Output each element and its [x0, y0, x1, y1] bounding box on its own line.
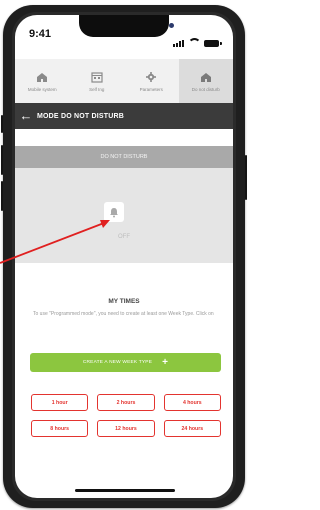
plus-icon: +: [162, 357, 169, 368]
status-bar: 9:41: [15, 15, 233, 49]
duration-button-24-hours[interactable]: 24 hours: [163, 420, 221, 437]
tab-mobile-system[interactable]: Mobile system: [15, 59, 70, 103]
dnd-state-label: OFF: [118, 234, 130, 240]
top-tabs: Mobile system Self Ing Parameters Do not…: [15, 59, 233, 104]
settings-icon: [146, 71, 157, 82]
duration-button-12-hours[interactable]: 12 hours: [97, 420, 155, 437]
duration-button-2-hours[interactable]: 2 hours: [97, 394, 155, 411]
bell-icon: [110, 207, 118, 217]
app-screen: 9:41 Mobile system Self Ing Parameters D…: [15, 15, 233, 498]
side-button: [1, 115, 3, 133]
duration-button-8-hours[interactable]: 8 hours: [31, 420, 89, 437]
calendar-icon: [91, 71, 103, 83]
tab-self-ing[interactable]: Self Ing: [70, 59, 125, 103]
back-arrow-icon[interactable]: ←: [15, 103, 37, 129]
duration-button-1-hour[interactable]: 1 hour: [31, 394, 89, 411]
page-header: ← MODE DO NOT DISTURB: [15, 103, 233, 129]
home-indicator: [75, 489, 175, 492]
dnd-toggle-button[interactable]: [104, 202, 124, 222]
create-week-type-button[interactable]: CREATE A NEW WEEK TYPE +: [30, 353, 221, 372]
status-icons: [173, 29, 222, 47]
page-title: MODE DO NOT DISTURB: [37, 112, 125, 120]
create-week-type-label: CREATE A NEW WEEK TYPE: [82, 360, 153, 365]
volume-up-button: [1, 145, 3, 175]
status-time: 9:41: [29, 28, 52, 40]
phone-frame: 9:41 Mobile system Self Ing Parameters D…: [1, 5, 247, 508]
tab-label: Parameters: [139, 86, 163, 92]
volume-down-button: [1, 181, 3, 211]
tab-label: Mobile system: [27, 86, 57, 92]
dnd-section-header: DO NOT DISTURB: [15, 146, 233, 168]
my-times-info: To use "Programmed mode", you need to cr…: [33, 311, 214, 317]
battery-icon: [204, 40, 222, 47]
duration-button-4-hours[interactable]: 4 hours: [163, 394, 221, 411]
wifi-icon: [188, 38, 201, 47]
duration-buttons: 1 hour 2 hours 4 hours 8 hours 12 hours …: [31, 394, 221, 437]
tab-label: Self Ing: [89, 86, 105, 92]
my-times-title: MY TIMES: [108, 298, 140, 305]
tab-do-not-disturb[interactable]: Do not disturb: [178, 59, 233, 103]
phone-bezel: 9:41 Mobile system Self Ing Parameters D…: [12, 12, 236, 501]
house-icon: [200, 72, 211, 82]
power-button: [245, 155, 247, 200]
tab-label: Do not disturb: [191, 86, 220, 92]
dnd-panel: OFF: [15, 168, 233, 263]
signal-icon: [173, 29, 185, 47]
house-icon: [37, 72, 48, 82]
tab-parameters[interactable]: Parameters: [124, 59, 179, 103]
